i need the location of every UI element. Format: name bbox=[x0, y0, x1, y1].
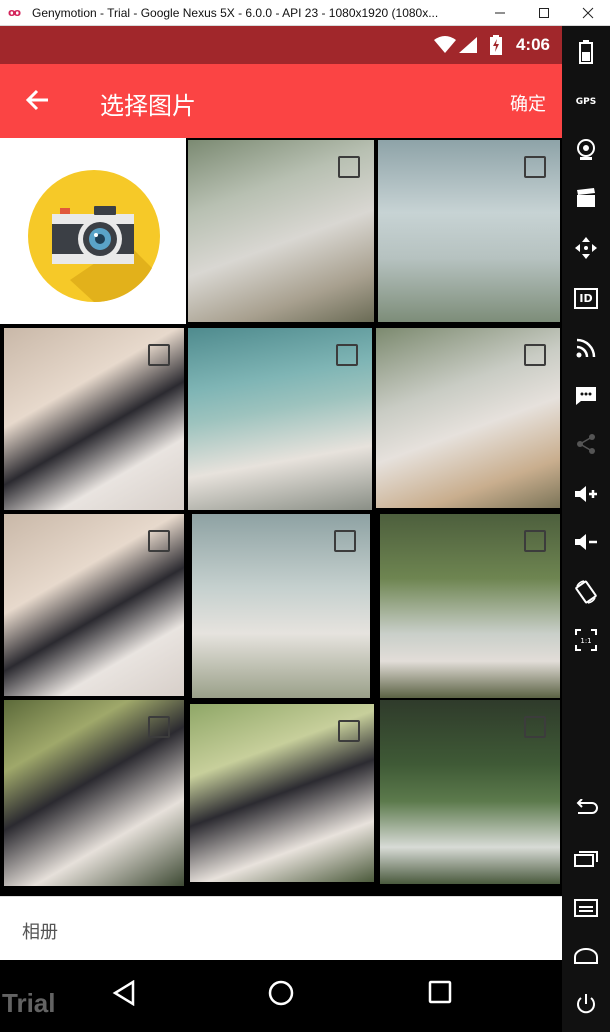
photo-tile[interactable] bbox=[188, 140, 374, 322]
move-tool-button[interactable] bbox=[570, 232, 602, 264]
emulator-toolbar: GPS ID 1:1 bbox=[562, 26, 610, 1032]
battery-tool-button[interactable] bbox=[570, 36, 602, 68]
photo-checkbox[interactable] bbox=[148, 716, 170, 738]
rotate-screen-icon bbox=[575, 580, 597, 604]
nav-recents-icon[interactable] bbox=[428, 980, 452, 1004]
photo-checkbox[interactable] bbox=[524, 716, 546, 738]
message-icon bbox=[576, 387, 596, 405]
volume-down-icon bbox=[575, 534, 597, 550]
recent-apps-icon bbox=[574, 851, 598, 867]
phone-screen: 4:06 选择图片 确定 相册 Trial bbox=[0, 26, 562, 1032]
android-nav-bar bbox=[0, 960, 562, 1032]
back-arrow-icon[interactable] bbox=[24, 86, 52, 114]
photo-tile[interactable] bbox=[188, 328, 372, 510]
volume-up-icon bbox=[575, 486, 597, 502]
photo-checkbox[interactable] bbox=[524, 344, 546, 366]
photo-checkbox[interactable] bbox=[334, 530, 356, 552]
app-bar: 选择图片 确定 bbox=[0, 64, 562, 138]
menu-icon bbox=[574, 899, 598, 917]
photo-checkbox[interactable] bbox=[338, 156, 360, 178]
camera-tile[interactable] bbox=[0, 138, 186, 324]
close-window-button[interactable] bbox=[566, 0, 610, 26]
device-id-tool-button[interactable]: ID bbox=[570, 282, 602, 314]
gps-tool-button[interactable]: GPS bbox=[570, 86, 602, 118]
battery-charging-icon bbox=[490, 35, 502, 55]
photo-tile[interactable] bbox=[380, 700, 560, 884]
rotate-tool-button[interactable] bbox=[570, 576, 602, 608]
photo-grid bbox=[0, 138, 562, 886]
power-tool-button[interactable] bbox=[570, 988, 602, 1020]
back-tool-button[interactable] bbox=[570, 792, 602, 824]
photo-tile[interactable] bbox=[376, 328, 560, 508]
menu-tool-button[interactable] bbox=[570, 892, 602, 924]
photo-tile[interactable] bbox=[380, 514, 560, 698]
home-tool-button[interactable] bbox=[570, 940, 602, 972]
album-selector[interactable]: 相册 bbox=[22, 918, 58, 944]
clapperboard-icon bbox=[577, 188, 595, 207]
gps-icon: GPS bbox=[575, 97, 597, 107]
photo-tile[interactable] bbox=[4, 328, 184, 510]
sms-tool-button[interactable] bbox=[570, 380, 602, 412]
scale-ratio-label: 1:1 bbox=[580, 637, 591, 645]
battery-icon bbox=[579, 40, 593, 64]
nav-back-icon[interactable] bbox=[112, 980, 136, 1006]
photo-checkbox[interactable] bbox=[148, 530, 170, 552]
status-time: 4:06 bbox=[515, 35, 550, 54]
id-icon: ID bbox=[574, 287, 598, 309]
volume-up-tool-button[interactable] bbox=[570, 478, 602, 510]
close-icon bbox=[582, 7, 594, 19]
photo-tile[interactable] bbox=[190, 704, 374, 882]
status-bar: 4:06 bbox=[0, 26, 562, 64]
capture-tool-button[interactable] bbox=[570, 182, 602, 214]
rss-cast-icon bbox=[576, 338, 596, 358]
confirm-button[interactable]: 确定 bbox=[510, 90, 546, 116]
pixel-perfect-tool-button[interactable]: 1:1 bbox=[570, 624, 602, 656]
webcam-icon bbox=[577, 139, 595, 160]
photo-tile[interactable] bbox=[4, 514, 184, 696]
photo-tile[interactable] bbox=[378, 140, 560, 322]
nav-home-icon[interactable] bbox=[268, 980, 294, 1006]
share-tool-button[interactable] bbox=[570, 428, 602, 460]
photo-checkbox[interactable] bbox=[338, 720, 360, 742]
window-title-bar: oo Genymotion - Trial - Google Nexus 5X … bbox=[0, 0, 610, 26]
page-title: 选择图片 bbox=[100, 92, 196, 120]
photo-tile[interactable] bbox=[192, 514, 370, 698]
wifi-icon bbox=[434, 36, 456, 53]
signal-icon bbox=[459, 37, 477, 53]
minimize-button[interactable] bbox=[478, 0, 522, 26]
share-icon bbox=[577, 434, 595, 454]
return-icon bbox=[576, 799, 598, 814]
home-icon bbox=[574, 948, 598, 964]
photo-checkbox[interactable] bbox=[336, 344, 358, 366]
photo-checkbox[interactable] bbox=[524, 530, 546, 552]
maximize-button[interactable] bbox=[522, 0, 566, 26]
genymotion-logo: oo bbox=[8, 6, 21, 19]
photo-checkbox[interactable] bbox=[148, 344, 170, 366]
photo-tile[interactable] bbox=[4, 700, 184, 886]
bottom-bar: 相册 bbox=[0, 896, 562, 960]
scale-1-1-icon: 1:1 bbox=[575, 629, 597, 651]
minimize-icon bbox=[495, 12, 505, 14]
volume-down-tool-button[interactable] bbox=[570, 526, 602, 558]
maximize-icon bbox=[539, 8, 549, 18]
cast-tool-button[interactable] bbox=[570, 332, 602, 364]
power-icon bbox=[577, 994, 595, 1014]
recents-tool-button[interactable] bbox=[570, 842, 602, 874]
trial-watermark: Trial bbox=[2, 988, 56, 1018]
webcam-tool-button[interactable] bbox=[570, 134, 602, 166]
move-arrows-icon bbox=[575, 237, 597, 259]
photo-checkbox[interactable] bbox=[524, 156, 546, 178]
camera-icon bbox=[28, 170, 160, 303]
window-title: Genymotion - Trial - Google Nexus 5X - 6… bbox=[32, 5, 439, 20]
